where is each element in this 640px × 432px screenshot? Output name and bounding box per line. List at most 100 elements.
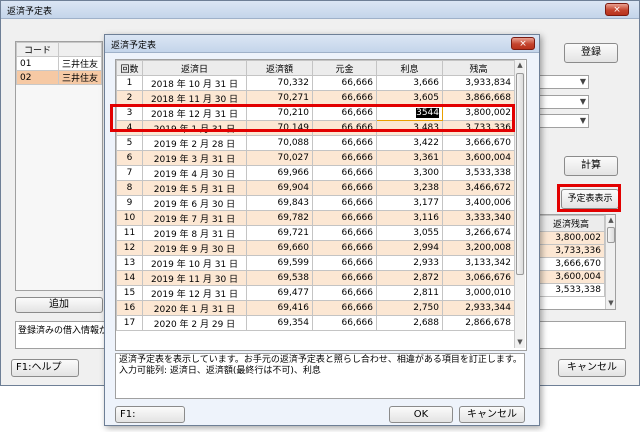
ok-button[interactable]: OK [389, 406, 453, 423]
schedule-dialog: 返済予定表 × 回数 返済日 返済額 元金 利息 残高 1 2018 年 10 月… [104, 34, 540, 426]
cell-date[interactable]: 2018 年 10 月 31 日 [142, 75, 247, 91]
dialog-titlebar: 返済予定表 × [105, 35, 539, 53]
cell-payment[interactable]: 69,966 [246, 165, 313, 181]
cell-interest[interactable]: 2,994 [376, 240, 443, 256]
option-select-1[interactable]: ▼ [539, 75, 589, 89]
schedule-row[interactable]: 16 2020 年 1 月 31 日 69,416 66,666 2,750 2,933,… [116, 300, 515, 316]
cell-payment[interactable]: 70,027 [246, 150, 313, 166]
dialog-title: 返済予定表 [111, 41, 157, 51]
message-line-2: 入力可能列: 返済日、返済額(最終行は不可)、利息 [119, 366, 321, 376]
schedule-row[interactable]: 12 2019 年 9 月 30 日 69,660 66,666 2,994 3,200,… [116, 240, 515, 256]
schedule-row[interactable]: 17 2020 年 2 月 29 日 69,354 66,666 2,688 2,866,… [116, 315, 515, 331]
scroll-down-icon[interactable]: ▼ [606, 298, 615, 309]
scroll-up-icon[interactable]: ▲ [606, 215, 615, 226]
schedule-grid: 回数 返済日 返済額 元金 利息 残高 1 2018 年 10 月 31 日 70,… [115, 59, 527, 351]
cell-payment[interactable]: 69,843 [246, 195, 313, 211]
cell-date[interactable]: 2019 年 6 月 30 日 [142, 195, 247, 211]
cell-payment[interactable]: 69,782 [246, 210, 313, 226]
cell-interest[interactable]: 2,933 [376, 255, 443, 271]
cell-payment[interactable]: 70,332 [246, 75, 313, 91]
cell-interest[interactable]: 3,300 [376, 165, 443, 181]
schedule-scrollbar[interactable]: ▲ ▼ [514, 60, 525, 348]
calc-button[interactable]: 計算 [564, 156, 618, 176]
cell-payment[interactable]: 69,477 [246, 285, 313, 301]
schedule-row[interactable]: 15 2019 年 12 月 31 日 69,477 66,666 2,811 3,000… [116, 285, 515, 301]
cell-date[interactable]: 2019 年 12 月 31 日 [142, 285, 247, 301]
option-select-2[interactable]: ▼ [539, 95, 589, 109]
cell-interest[interactable]: 2,688 [376, 315, 443, 331]
cell-payment[interactable]: 69,660 [246, 240, 313, 256]
schedule-row[interactable]: 5 2019 年 2 月 28 日 70,088 66,666 3,422 3,666,6… [116, 135, 515, 151]
cell-payment[interactable]: 69,904 [246, 180, 313, 196]
dialog-close-button[interactable]: × [511, 37, 535, 50]
cell-date[interactable]: 2019 年 11 月 30 日 [142, 270, 247, 286]
cell-date[interactable]: 2019 年 5 月 31 日 [142, 180, 247, 196]
schedule-row[interactable]: 1 2018 年 10 月 31 日 70,332 66,666 3,666 3,933,… [116, 75, 515, 91]
add-button[interactable]: 追加 [15, 297, 103, 313]
loan-row-selected[interactable]: 02 三井住友 [16, 70, 102, 85]
cell-payment[interactable]: 69,354 [246, 315, 313, 331]
cell-date[interactable]: 2019 年 4 月 30 日 [142, 165, 247, 181]
cell-principal: 66,666 [312, 285, 377, 301]
main-window-title: 返済予定表 [7, 7, 53, 17]
cell-payment[interactable]: 69,599 [246, 255, 313, 271]
cell-payment[interactable]: 69,538 [246, 270, 313, 286]
cell-interest[interactable]: 2,750 [376, 300, 443, 316]
cell-interest[interactable]: 3,238 [376, 180, 443, 196]
option-select-3[interactable]: ▼ [539, 114, 589, 128]
schedule-row[interactable]: 11 2019 年 8 月 31 日 69,721 66,666 3,055 3,266,… [116, 225, 515, 241]
schedule-row[interactable]: 14 2019 年 11 月 30 日 69,538 66,666 2,872 3,066… [116, 270, 515, 286]
cell-date[interactable]: 2020 年 1 月 31 日 [142, 300, 247, 316]
cell-interest[interactable]: 3,666 [376, 75, 443, 91]
schedule-row[interactable]: 7 2019 年 4 月 30 日 69,966 66,666 3,300 3,533,3… [116, 165, 515, 181]
cell-interest[interactable]: 3,361 [376, 150, 443, 166]
highlight-show-schedule-button [557, 184, 621, 212]
cell-interest[interactable]: 3,116 [376, 210, 443, 226]
balance-header: 返済残高 [537, 215, 605, 232]
cell-payment[interactable]: 69,416 [246, 300, 313, 316]
cell-date[interactable]: 2020 年 2 月 29 日 [142, 315, 247, 331]
scroll-up-icon[interactable]: ▲ [515, 60, 525, 71]
cell-date[interactable]: 2019 年 10 月 31 日 [142, 255, 247, 271]
cell-date[interactable]: 2019 年 8 月 31 日 [142, 225, 247, 241]
cell-date[interactable]: 2019 年 9 月 30 日 [142, 240, 247, 256]
schedule-row[interactable]: 8 2019 年 5 月 31 日 69,904 66,666 3,238 3,466,6… [116, 180, 515, 196]
cell-balance: 3,400,006 [442, 195, 515, 211]
message-line-1: 返済予定表を表示しています。お手元の返済予定表と照らし合わせ、相違がある項目を訂… [119, 355, 522, 365]
cell-interest[interactable]: 3,055 [376, 225, 443, 241]
register-button[interactable]: 登録 [564, 43, 618, 63]
cell-interest[interactable]: 3,422 [376, 135, 443, 151]
main-cancel-button[interactable]: キャンセル [558, 359, 626, 377]
schedule-row[interactable]: 9 2019 年 6 月 30 日 69,843 66,666 3,177 3,400,0… [116, 195, 515, 211]
schedule-row[interactable]: 6 2019 年 3 月 31 日 70,027 66,666 3,361 3,600,0… [116, 150, 515, 166]
cell-interest[interactable]: 2,811 [376, 285, 443, 301]
schedule-row[interactable]: 13 2019 年 10 月 31 日 69,599 66,666 2,933 3,133… [116, 255, 515, 271]
cell-interest[interactable]: 2,872 [376, 270, 443, 286]
loan-row[interactable]: 01 三井住友 [16, 56, 102, 71]
cell-n: 5 [116, 135, 143, 151]
cell-interest[interactable]: 3,177 [376, 195, 443, 211]
schedule-row[interactable]: 10 2019 年 7 月 31 日 69,782 66,666 3,116 3,333,… [116, 210, 515, 226]
chevron-down-icon: ▼ [579, 116, 586, 125]
cell-principal: 66,666 [312, 180, 377, 196]
cell-n: 11 [116, 225, 143, 241]
cell-date[interactable]: 2019 年 2 月 28 日 [142, 135, 247, 151]
help-button[interactable]: F1:ヘルプ [11, 359, 79, 377]
cell-n: 10 [116, 210, 143, 226]
cell-n: 17 [116, 315, 143, 331]
cell-balance: 3,266,674 [442, 225, 515, 241]
cell-payment[interactable]: 70,088 [246, 135, 313, 151]
cell-date[interactable]: 2019 年 3 月 31 日 [142, 150, 247, 166]
cell-principal: 66,666 [312, 225, 377, 241]
scroll-down-icon[interactable]: ▼ [515, 337, 525, 348]
loan-name: 三井住友 [57, 56, 102, 71]
cell-balance: 3,000,010 [442, 285, 515, 301]
main-close-button[interactable]: × [605, 3, 629, 16]
dialog-help-button[interactable]: F1: [115, 406, 185, 423]
cell-payment[interactable]: 69,721 [246, 225, 313, 241]
cell-date[interactable]: 2019 年 7 月 31 日 [142, 210, 247, 226]
cell-n: 9 [116, 195, 143, 211]
balance-scrollbar[interactable]: ▲ ▼ [605, 215, 615, 309]
dialog-cancel-button[interactable]: キャンセル [459, 406, 525, 423]
right-info-box [538, 321, 626, 349]
